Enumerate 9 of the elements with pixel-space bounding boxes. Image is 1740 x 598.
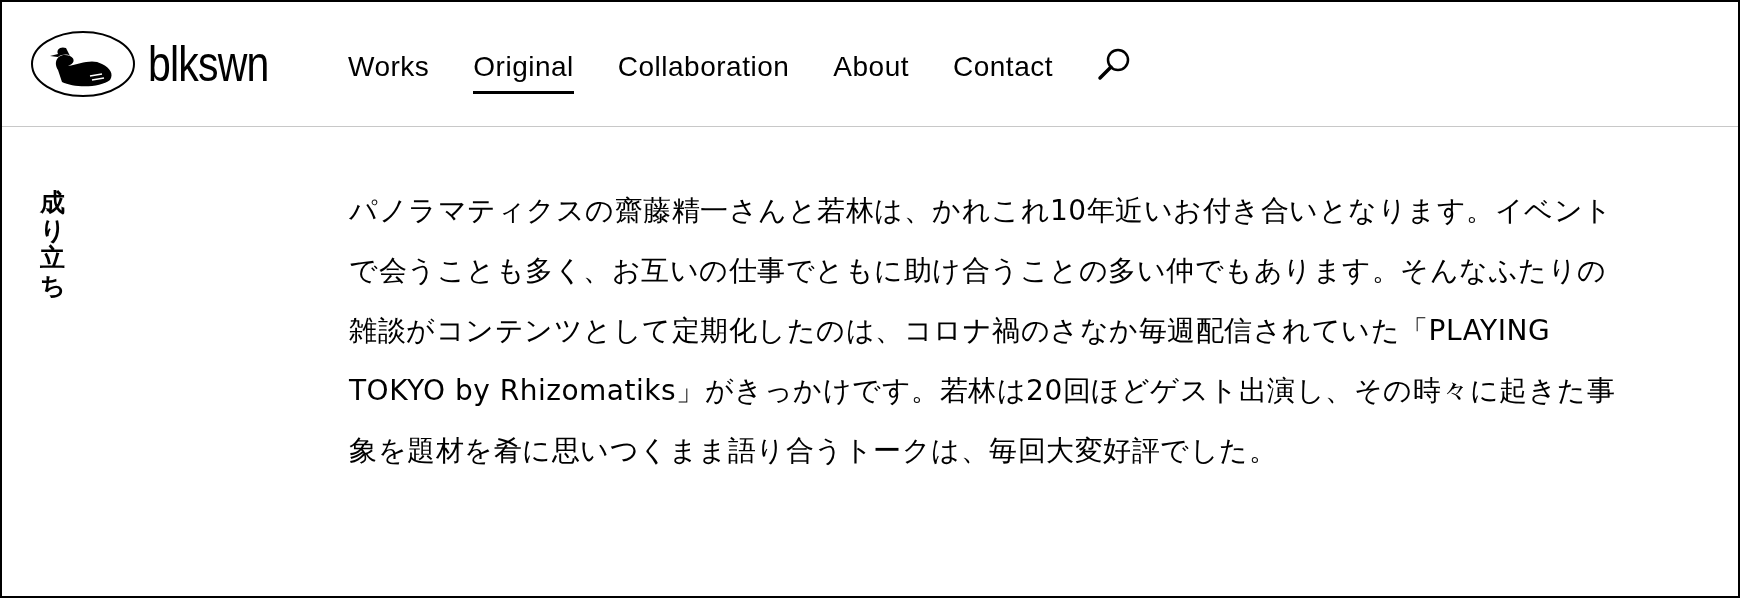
- nav-link[interactable]: Collaboration: [617, 40, 790, 94]
- site-logo-text[interactable]: blkswn: [148, 35, 269, 93]
- nav-link[interactable]: About: [833, 40, 909, 94]
- nav-link[interactable]: Works: [348, 40, 430, 94]
- section-heading: 成り立ち: [40, 187, 65, 302]
- nav-link[interactable]: Original: [473, 40, 574, 94]
- body-paragraph: パノラマティクスの齋藤精一さんと若林は、かれこれ10年近いお付き合いとなります。イベントで会うことも多く、お互いの仕事でともに助け合うことの多い仲でもあります。そんなふたりの雑談がコンテンツとして定期化したのは、コロナ禍のさなか毎週配信されていた「PLAYING TOKYO by Rhizomatiks」がきっかけです。若林は20回ほどゲスト出演し、その時々に起きた事象を題材を肴に思いつくまま語り合うトークは、毎回大変好評でした。: [349, 193, 1617, 469]
- nav-link[interactable]: Contact: [953, 40, 1053, 94]
- swan-logo-icon[interactable]: [30, 30, 136, 98]
